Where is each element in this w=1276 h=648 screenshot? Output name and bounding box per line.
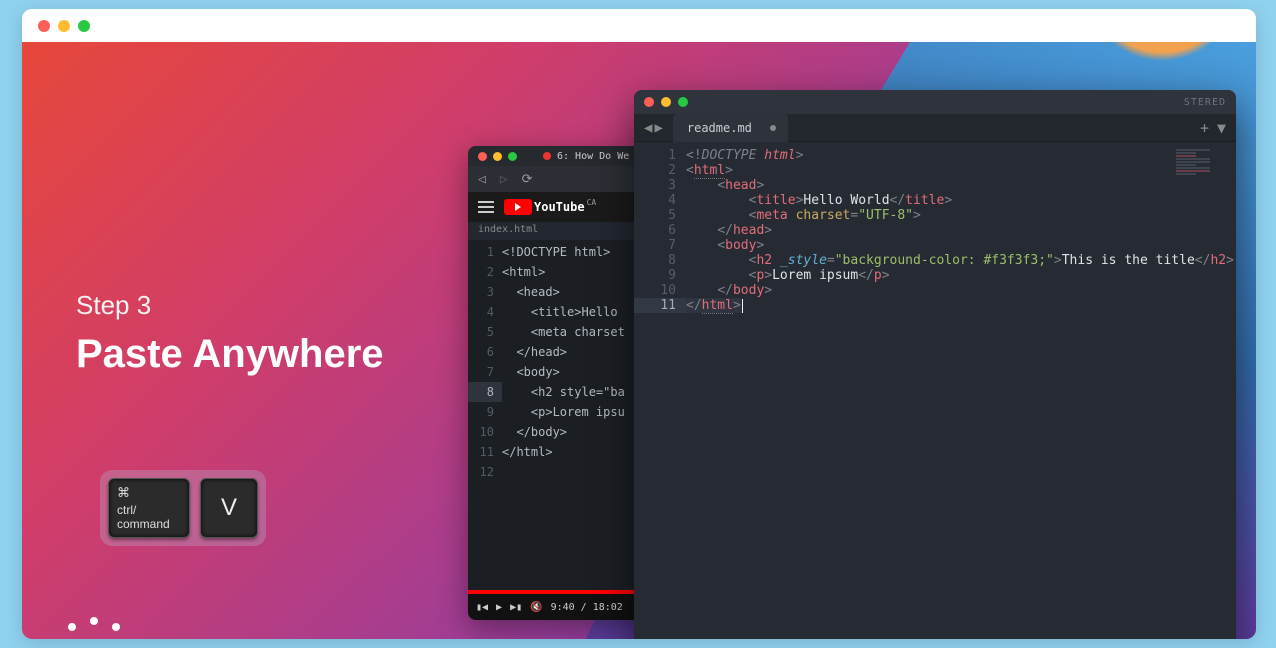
editor-code[interactable]: <!DOCTYPE html><html> <head> <title>Hell… bbox=[686, 142, 1236, 639]
prev-icon[interactable]: ▮◀ bbox=[476, 602, 488, 613]
minimize-icon[interactable] bbox=[661, 97, 671, 107]
editor-tab[interactable]: readme.md bbox=[673, 114, 788, 142]
code-editor-window: STERED ◀ ▶ readme.md + ▼ 1234567891011 <… bbox=[634, 90, 1236, 639]
youtube-logo[interactable]: YouTube CA bbox=[504, 199, 596, 215]
titlebar bbox=[22, 9, 1256, 42]
mute-icon[interactable]: 🔇 bbox=[530, 602, 542, 613]
maximize-icon[interactable] bbox=[508, 152, 517, 161]
editor-gutter: 1234567891011 bbox=[634, 142, 686, 639]
editor-body[interactable]: 1234567891011 <!DOCTYPE html><html> <hea… bbox=[634, 142, 1236, 639]
step-label: Step 3 bbox=[76, 290, 151, 321]
content-area: Step 3 Paste Anywhere ⌘ ctrl/ command V bbox=[22, 42, 1256, 639]
minimize-icon[interactable] bbox=[58, 20, 70, 32]
hamburger-icon[interactable] bbox=[478, 201, 494, 213]
video-time: 9:40 / 18:02 bbox=[551, 602, 623, 613]
youtube-favicon bbox=[543, 152, 551, 160]
dot bbox=[112, 623, 120, 631]
editor-titlebar: STERED bbox=[634, 90, 1236, 114]
carousel-dots bbox=[68, 623, 120, 631]
dot bbox=[68, 623, 76, 631]
close-icon[interactable] bbox=[644, 97, 654, 107]
modifier-label: ctrl/ command bbox=[117, 503, 181, 531]
headline: Paste Anywhere bbox=[76, 332, 384, 377]
browser-shell: Step 3 Paste Anywhere ⌘ ctrl/ command V bbox=[22, 9, 1256, 639]
next-icon[interactable]: ▶▮ bbox=[510, 602, 522, 613]
shortcut-keys: ⌘ ctrl/ command V bbox=[100, 470, 266, 546]
forward-icon[interactable]: ▷ bbox=[500, 172, 508, 187]
new-tab-icon[interactable]: + bbox=[1200, 119, 1209, 137]
tab-back-icon[interactable]: ◀ bbox=[644, 120, 652, 136]
close-icon[interactable] bbox=[38, 20, 50, 32]
minimap[interactable] bbox=[1176, 148, 1232, 202]
bg-source: <!DOCTYPE html> <html> <head> <title>Hel… bbox=[502, 240, 625, 482]
letter-key: V bbox=[200, 478, 258, 538]
minimize-icon[interactable] bbox=[493, 152, 502, 161]
close-icon[interactable] bbox=[478, 152, 487, 161]
reload-icon[interactable]: ⟳ bbox=[522, 172, 533, 187]
command-symbol: ⌘ bbox=[117, 485, 181, 501]
maximize-icon[interactable] bbox=[78, 20, 90, 32]
tab-forward-icon[interactable]: ▶ bbox=[654, 120, 662, 136]
editor-brand: STERED bbox=[1184, 97, 1226, 108]
back-icon[interactable]: ◁ bbox=[478, 172, 486, 187]
unsaved-indicator-icon bbox=[770, 125, 776, 131]
play-icon[interactable]: ▶ bbox=[496, 602, 502, 613]
maximize-icon[interactable] bbox=[678, 97, 688, 107]
editor-tabbar: ◀ ▶ readme.md + ▼ bbox=[634, 114, 1236, 142]
tab-menu-icon[interactable]: ▼ bbox=[1217, 119, 1226, 137]
bg-gutter: 123456789101112 bbox=[468, 240, 502, 482]
modifier-key: ⌘ ctrl/ command bbox=[108, 478, 190, 538]
dot bbox=[90, 617, 98, 625]
